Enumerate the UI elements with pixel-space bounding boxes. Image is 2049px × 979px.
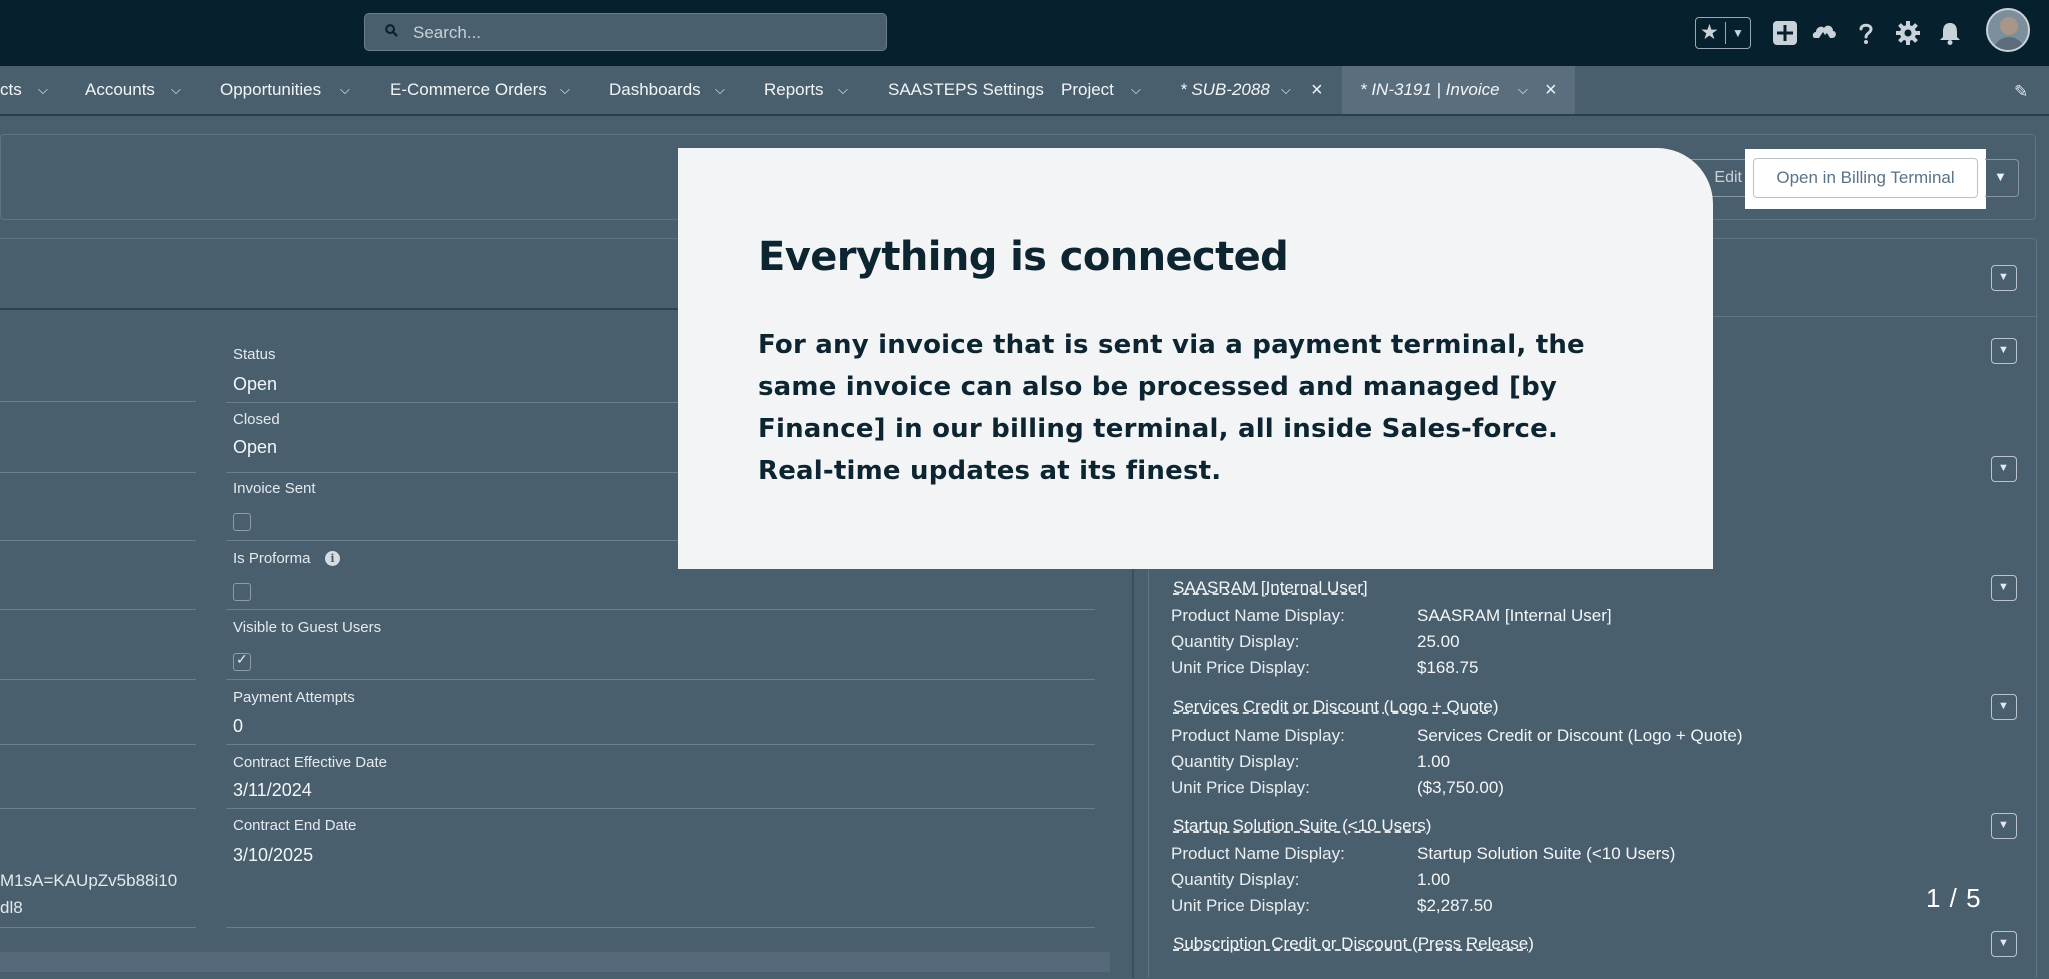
line-item-unit-price-value: $168.75 bbox=[1417, 658, 1479, 677]
field-value-contract-end-date: 3/10/2025 bbox=[233, 845, 314, 865]
nav-tab-accounts[interactable]: Accounts ⌵ bbox=[85, 66, 193, 114]
notifications-bell-icon[interactable] bbox=[1937, 20, 1963, 46]
truncated-field-value-line-2: dl8 bbox=[0, 898, 23, 917]
field-value-payment-attempts: 0 bbox=[233, 716, 244, 736]
chevron-down-icon[interactable]: ⌵ bbox=[838, 66, 848, 114]
app-navigation-bar: cts ⌵ Accounts ⌵ Opportunities ⌵ E-Comme… bbox=[0, 66, 2049, 116]
billing-terminal-highlight: Open in Billing Terminal bbox=[1745, 149, 1986, 209]
user-avatar[interactable] bbox=[1986, 8, 2030, 52]
trailhead-icon[interactable] bbox=[1811, 20, 1837, 46]
item-menu-button[interactable]: ▼ bbox=[1991, 338, 2017, 364]
invoice-sent-checkbox bbox=[233, 513, 251, 531]
nav-tab-dashboards[interactable]: Dashboards ⌵ bbox=[609, 66, 739, 114]
chevron-down-icon[interactable]: ⌵ bbox=[171, 66, 181, 114]
line-item-link[interactable]: Startup Solution Suite (<10 Users) bbox=[1173, 816, 1431, 836]
close-icon[interactable]: × bbox=[1545, 66, 1557, 114]
chevron-down-icon[interactable]: ⌵ bbox=[1281, 66, 1291, 114]
line-item-quantity-value: 25.00 bbox=[1417, 632, 1460, 651]
tour-popup: Everything is connected For any invoice … bbox=[678, 148, 1713, 569]
chevron-down-icon: ▼ bbox=[1994, 169, 2007, 184]
search-placeholder: Search... bbox=[413, 23, 482, 42]
field-label-is-proforma: Is Proforma bbox=[233, 550, 311, 567]
help-icon[interactable] bbox=[1853, 20, 1879, 46]
tour-body: For any invoice that is sent via a payme… bbox=[758, 330, 1585, 486]
item-menu-button[interactable]: ▼ bbox=[1991, 931, 2017, 957]
chevron-down-icon: ▼ bbox=[1998, 819, 2009, 831]
is-proforma-checkbox bbox=[233, 583, 251, 601]
item-menu-button[interactable]: ▼ bbox=[1991, 456, 2017, 482]
field-label-invoice-sent: Invoice Sent bbox=[233, 480, 316, 497]
nav-tab-products[interactable]: cts ⌵ bbox=[0, 66, 60, 114]
nav-tab-opportunities[interactable]: Opportunities ⌵ bbox=[220, 66, 360, 114]
field-label-status: Status bbox=[233, 346, 276, 363]
chevron-down-icon[interactable]: ⌵ bbox=[1518, 66, 1528, 114]
search-icon bbox=[385, 24, 398, 37]
chevron-down-icon: ▼ bbox=[1998, 581, 2009, 593]
open-in-billing-terminal-button[interactable]: Open in Billing Terminal bbox=[1753, 158, 1978, 198]
favorites-star-icon: ★ bbox=[1700, 21, 1719, 44]
field-label-contract-end-date: Contract End Date bbox=[233, 817, 357, 834]
nav-tab-sub-2088[interactable]: * SUB-2088 ⌵ × bbox=[1180, 66, 1330, 114]
checkmark-icon: ✓ bbox=[236, 651, 248, 667]
line-item-unit-price-value: $2,287.50 bbox=[1417, 896, 1493, 915]
favorites-menu-chevron-icon[interactable]: ▼ bbox=[1732, 22, 1744, 44]
favorites-button[interactable]: ★ ▼ bbox=[1695, 17, 1751, 49]
field-value-contract-effective-date: 3/11/2024 bbox=[233, 780, 312, 800]
chevron-down-icon: ▼ bbox=[1998, 462, 2009, 474]
item-menu-button[interactable]: ▼ bbox=[1991, 575, 2017, 601]
nav-tab-saasteps-settings[interactable]: SAASTEPS Settings bbox=[888, 66, 1044, 114]
item-menu-button[interactable]: ▼ bbox=[1991, 694, 2017, 720]
truncated-field-value-line-1: M1sA=KAUpZv5b88i10 bbox=[0, 871, 178, 890]
field-value-status: Open bbox=[233, 374, 278, 394]
line-item-link[interactable]: Services Credit or Discount (Logo + Quot… bbox=[1173, 697, 1499, 717]
close-icon[interactable]: × bbox=[1311, 66, 1323, 114]
chevron-down-icon: ▼ bbox=[1998, 937, 2009, 949]
field-label-closed: Closed bbox=[233, 411, 280, 428]
tour-step-counter: 1 / 5 bbox=[1926, 883, 1982, 913]
chevron-down-icon[interactable]: ⌵ bbox=[715, 66, 725, 114]
tour-title: Everything is connected bbox=[758, 234, 1289, 280]
nav-tab-project[interactable]: Project ⌵ bbox=[1061, 66, 1161, 114]
chevron-down-icon: ▼ bbox=[1998, 344, 2009, 356]
nav-tab-ecommerce-orders[interactable]: E-Commerce Orders ⌵ bbox=[390, 66, 580, 114]
chevron-down-icon[interactable]: ⌵ bbox=[38, 66, 48, 114]
chevron-down-icon[interactable]: ⌵ bbox=[340, 66, 350, 114]
line-item-unit-price-value: ($3,750.00) bbox=[1417, 778, 1504, 797]
section-menu-button[interactable]: ▼ bbox=[1991, 265, 2017, 291]
info-icon[interactable]: i bbox=[325, 551, 340, 566]
record-actions-menu-button[interactable]: ▼ bbox=[1985, 159, 2019, 197]
line-item-product-value: Startup Solution Suite (<10 Users) bbox=[1417, 844, 1676, 863]
chevron-down-icon[interactable]: ⌵ bbox=[560, 66, 570, 114]
edit-nav-pencil-icon[interactable]: ✎ bbox=[2014, 82, 2028, 102]
field-value-closed: Open bbox=[233, 437, 278, 457]
line-item-product-value: SAASRAM [Internal User] bbox=[1417, 606, 1612, 625]
line-item-link[interactable]: Subscription Credit or Discount (Press R… bbox=[1173, 934, 1534, 954]
line-item-quantity-value: 1.00 bbox=[1417, 870, 1451, 889]
visible-guest-users-checkbox: ✓ bbox=[233, 651, 251, 671]
field-label-contract-effective-date: Contract Effective Date bbox=[233, 754, 387, 771]
chevron-down-icon[interactable]: ⌵ bbox=[1131, 66, 1141, 114]
line-item-link[interactable]: SAASRAM [Internal User] bbox=[1173, 578, 1368, 598]
field-label-payment-attempts: Payment Attempts bbox=[233, 689, 355, 706]
item-menu-button[interactable]: ▼ bbox=[1991, 813, 2017, 839]
field-label-visible-guest-users: Visible to Guest Users bbox=[233, 619, 382, 636]
nav-tab-reports[interactable]: Reports ⌵ bbox=[764, 66, 864, 114]
chevron-down-icon: ▼ bbox=[1998, 271, 2009, 283]
setup-gear-icon[interactable] bbox=[1895, 20, 1921, 46]
nav-tab-in-3191-invoice[interactable]: * IN-3191 | Invoice ⌵ × bbox=[1342, 66, 1575, 114]
line-item-product-value: Services Credit or Discount (Logo + Quot… bbox=[1417, 726, 1743, 745]
global-header: Search... ★ ▼ bbox=[0, 0, 2049, 66]
global-search[interactable]: Search... bbox=[364, 13, 887, 51]
chevron-down-icon: ▼ bbox=[1998, 700, 2009, 712]
line-item-quantity-value: 1.00 bbox=[1417, 752, 1451, 771]
add-icon[interactable] bbox=[1772, 20, 1798, 46]
